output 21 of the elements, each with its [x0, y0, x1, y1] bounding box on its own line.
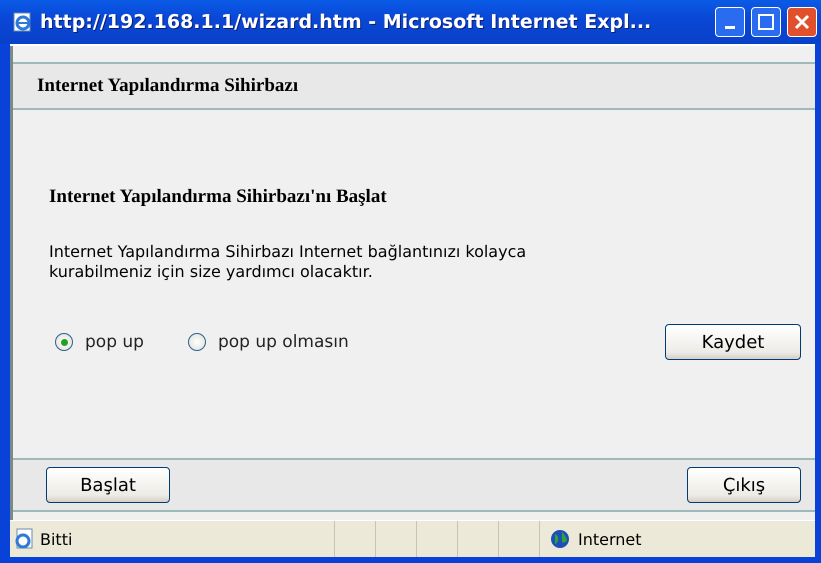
- page-icon: [14, 528, 34, 550]
- close-button[interactable]: [787, 7, 817, 37]
- minimize-button[interactable]: [715, 7, 745, 37]
- radio-button[interactable]: [55, 333, 73, 351]
- save-button[interactable]: Kaydet: [665, 324, 801, 360]
- minimize-icon: [725, 26, 735, 28]
- status-text: Bitti: [40, 530, 72, 548]
- close-icon: [794, 14, 810, 30]
- option-label: pop up: [85, 332, 144, 352]
- maximize-button[interactable]: [751, 7, 781, 37]
- exit-button[interactable]: Çıkış: [687, 467, 801, 503]
- header-title: Internet Yapılandırma Sihirbazı: [37, 75, 298, 97]
- radio-button[interactable]: [188, 333, 206, 351]
- option-label: pop up olmasın: [218, 332, 349, 352]
- globe-icon: [550, 529, 570, 549]
- zone-text: Internet: [578, 530, 642, 548]
- window-title: http://192.168.1.1/wizard.htm - Microsoft Internet Expl...: [40, 11, 652, 33]
- start-button[interactable]: Başlat: [46, 467, 170, 503]
- maximize-icon: [758, 14, 774, 30]
- description-text: Internet Yapılandırma Sihirbazı Internet bağlantınızı kolayca kurabilmeniz için size yardımcı olacaktır.: [49, 242, 528, 282]
- section-heading: Internet Yapılandırma Sihirbazı'nı Başlat: [49, 186, 388, 208]
